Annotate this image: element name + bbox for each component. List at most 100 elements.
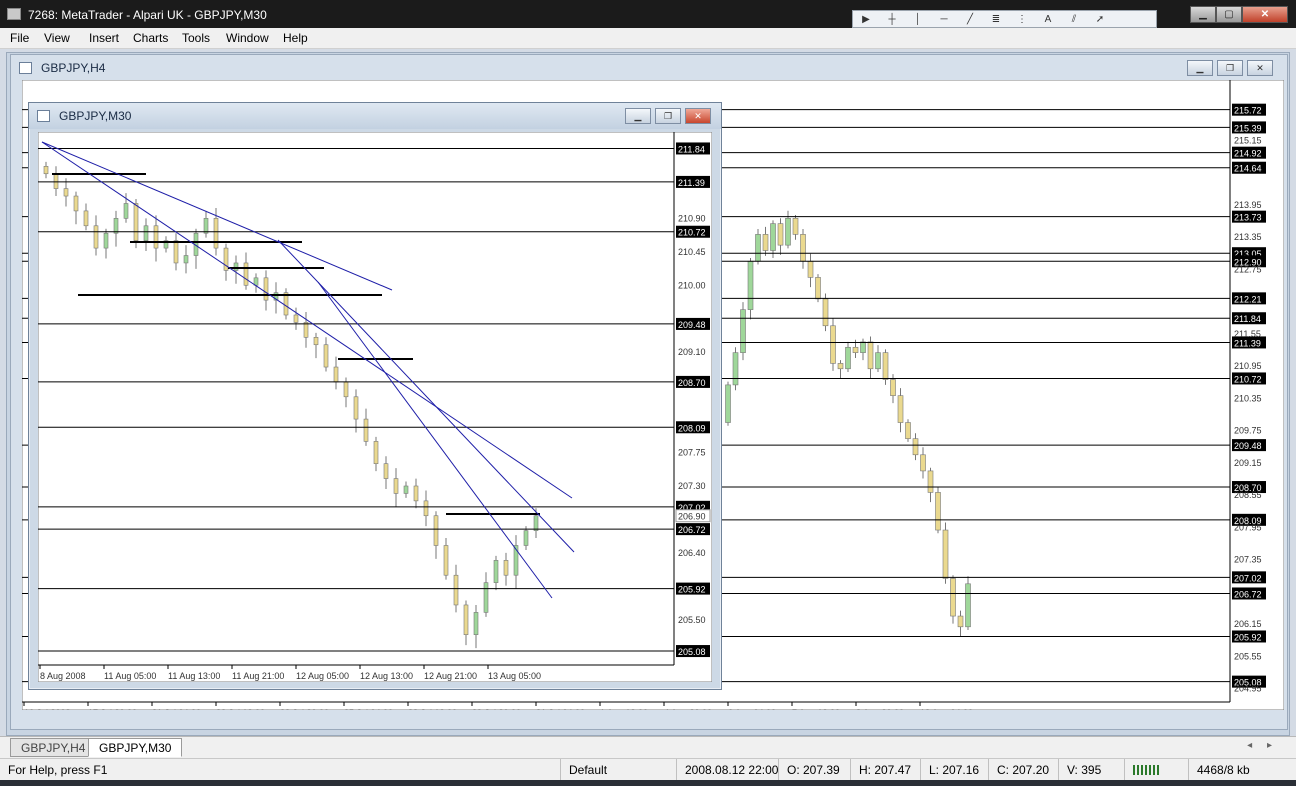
candle <box>113 218 119 234</box>
price-tag-label: 205.92 <box>1234 632 1262 642</box>
candle <box>123 203 129 219</box>
price-axis-label: 213.35 <box>1234 232 1262 242</box>
price-tag-label: 210.72 <box>678 228 706 238</box>
grid-icon[interactable]: ⋮ <box>1009 12 1035 28</box>
price-tag-label: 211.39 <box>678 178 705 188</box>
candle <box>483 582 489 613</box>
candle <box>830 325 836 364</box>
candle <box>965 583 971 628</box>
minimize-button[interactable]: ▁ <box>625 108 651 124</box>
candle <box>777 223 784 246</box>
menu-charts[interactable]: Charts <box>133 31 168 45</box>
status-open: O: 207.39 <box>778 759 848 781</box>
candle <box>263 277 269 301</box>
trendline-icon[interactable]: ╱ <box>957 12 983 28</box>
price-tag-label: 213.73 <box>1234 213 1262 223</box>
candle <box>293 314 299 323</box>
close-button[interactable]: ✕ <box>1247 60 1273 76</box>
price-axis-label: 205.55 <box>1234 651 1262 661</box>
text-icon[interactable]: A <box>1035 12 1061 28</box>
candle <box>343 381 349 398</box>
time-axis-label: 8 Aug 2008 <box>40 671 86 681</box>
tab-scroll-arrows[interactable]: ◂ ▸ <box>1247 740 1278 751</box>
close-button[interactable]: ✕ <box>1242 6 1288 23</box>
time-axis-label: 12 Aug 13:00 <box>360 671 413 681</box>
chart-window-m30-controls: ▁ ❐ ✕ <box>621 108 711 124</box>
horizontal-line-icon[interactable]: ─ <box>931 12 957 28</box>
window-controls: ▁ ▢ ✕ <box>1190 6 1288 24</box>
price-tag-label: 210.72 <box>1234 374 1262 384</box>
price-axis-label: 207.30 <box>678 481 706 491</box>
maximize-button[interactable]: ▢ <box>1216 6 1242 23</box>
minimize-button[interactable]: ▁ <box>1187 60 1213 76</box>
price-tag-label: 206.72 <box>1234 589 1262 599</box>
crosshair-icon[interactable]: ┼ <box>879 12 905 28</box>
candle <box>747 260 754 310</box>
menu-window[interactable]: Window <box>226 31 269 45</box>
candle <box>740 309 746 353</box>
candle <box>762 234 769 251</box>
price-axis-label: 208.55 <box>1234 490 1262 500</box>
price-tag-label: 208.09 <box>678 423 706 433</box>
candle <box>333 366 339 383</box>
time-axis-label: 13 Aug 05:00 <box>488 671 541 681</box>
candle <box>935 492 941 531</box>
menu-help[interactable]: Help <box>283 31 308 45</box>
time-axis-label: 21 Jul 04:00 <box>152 708 201 710</box>
minimize-button[interactable]: ▁ <box>1190 6 1216 23</box>
candle <box>503 560 509 576</box>
candle <box>837 363 844 370</box>
time-axis-label: 12 Aug 04:00 <box>920 708 973 710</box>
restore-button[interactable]: ❐ <box>655 108 681 124</box>
price-axis-label: 209.75 <box>1234 426 1262 436</box>
time-axis-label: 29 Jul 20:00 <box>472 708 521 710</box>
tab-gbpjpy-h4[interactable]: GBPJPY,H4 <box>10 738 97 757</box>
candle <box>53 173 59 189</box>
candle <box>373 441 379 464</box>
chart-icon <box>19 62 32 74</box>
drawing-toolbar: ▶ ┼ │ ─ ╱ ≣ ⋮ A ⫽ ➚ <box>852 10 1157 28</box>
status-help: For Help, press F1 <box>8 763 108 777</box>
candle <box>183 255 189 264</box>
app-icon <box>7 8 21 20</box>
price-axis-label: 209.10 <box>678 347 706 357</box>
candle <box>523 530 529 546</box>
channel-icon[interactable]: ⫽ <box>1061 12 1087 28</box>
candle <box>852 346 859 353</box>
tab-gbpjpy-m30[interactable]: GBPJPY,M30 <box>88 738 183 757</box>
candle <box>927 470 934 493</box>
menu-insert[interactable]: Insert <box>89 31 119 45</box>
m30-price-chart[interactable]: 211.84 211.39 210.72 209.48 208.70 208.09 207.… <box>38 132 712 682</box>
title-bar: 7268: MetaTrader - Alpari UK - GBPJPY,M3… <box>0 0 1296 28</box>
candle <box>63 188 69 197</box>
candle <box>867 341 874 370</box>
price-axis-label: 210.95 <box>1234 361 1262 371</box>
menu-file[interactable]: File <box>10 31 29 45</box>
time-axis-label: 25 Jul 04:00 <box>344 708 393 710</box>
menu-bar: File View Insert Charts Tools Window Hel… <box>0 28 1296 49</box>
cursor-icon[interactable]: ▶ <box>853 12 879 28</box>
close-button[interactable]: ✕ <box>685 108 711 124</box>
price-tag-label: 205.92 <box>678 585 706 595</box>
chart-window-m30-titlebar[interactable]: GBPJPY,M30 ▁ ❐ ✕ <box>29 103 721 129</box>
menu-tools[interactable]: Tools <box>182 31 210 45</box>
restore-button[interactable]: ❐ <box>1217 60 1243 76</box>
fibonacci-icon[interactable]: ≣ <box>983 12 1009 28</box>
candle <box>93 225 99 249</box>
time-axis-label: 28 Jul 12:00 <box>408 708 457 710</box>
chart-window-h4-titlebar[interactable]: GBPJPY,H4 ▁ ❐ ✕ <box>11 55 1287 81</box>
status-datetime: 2008.08.12 22:00 <box>676 759 786 781</box>
price-tag-label: 209.48 <box>678 320 706 330</box>
candle <box>950 578 956 617</box>
price-axis-label: 207.95 <box>1234 522 1262 532</box>
status-high: H: 207.47 <box>850 759 919 781</box>
time-axis-label: 4 Aug 20:00 <box>664 708 712 710</box>
candle <box>423 500 429 517</box>
arrow-icon[interactable]: ➚ <box>1087 12 1113 28</box>
menu-view[interactable]: View <box>44 31 70 45</box>
price-tag-label: 211.39 <box>1234 338 1261 348</box>
candle <box>533 515 539 531</box>
candle <box>807 260 814 278</box>
vertical-line-icon[interactable]: │ <box>905 12 931 28</box>
time-axis-label: 7 Aug 12:00 <box>792 708 840 710</box>
